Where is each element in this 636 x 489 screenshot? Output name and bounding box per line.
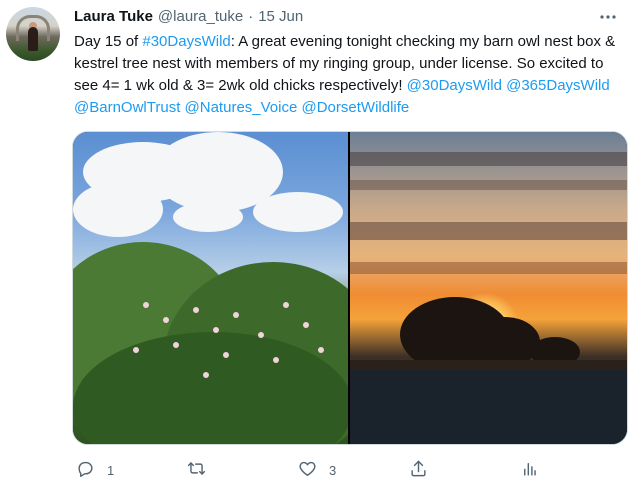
flower [318,347,324,353]
flower [223,352,229,358]
cloud [73,182,163,237]
avatar[interactable] [6,7,60,61]
photo-wild-rose-bush[interactable] [73,132,348,444]
flower [303,322,309,328]
hashtag-link[interactable]: #30DaysWild [142,33,230,50]
mention-barnowltrust[interactable]: @BarnOwlTrust [74,99,180,116]
flower [143,302,149,308]
mention-30dayswild[interactable]: @30DaysWild [407,77,502,94]
mention-dorsetwildlife[interactable]: @DorsetWildlife [302,99,410,116]
analytics-button[interactable] [520,456,539,484]
heart-icon [298,459,317,481]
tweet-text: Day 15 of #30DaysWild: A great evening t… [74,31,626,119]
share-icon [409,459,428,481]
cloud [253,192,343,232]
mention-natures-voice[interactable]: @Natures_Voice [185,99,298,116]
tweet-header: Laura Tuke @laura_tuke · 15 Jun [74,8,303,30]
tweet[interactable]: Laura Tuke @laura_tuke · 15 Jun Day 15 o… [0,0,636,489]
flower [203,372,209,378]
analytics-icon [520,459,539,481]
cloud-band [350,180,627,190]
cloud-band [350,152,627,166]
share-button[interactable] [409,456,428,484]
like-count: 3 [329,462,337,478]
cloud-band [350,262,627,274]
reply-button[interactable]: 1 [76,456,114,484]
cloud-band [350,222,627,240]
flower [258,332,264,338]
flower [213,327,219,333]
flower [193,307,199,313]
retweet-icon [187,459,206,481]
tweet-date[interactable]: 15 Jun [258,8,303,25]
mention-365dayswild[interactable]: @365DaysWild [506,77,610,94]
author-name[interactable]: Laura Tuke [74,8,153,25]
reply-count: 1 [107,462,115,478]
flower [273,357,279,363]
author-handle[interactable]: @laura_tuke [158,8,243,25]
flower [173,342,179,348]
action-bar: 1 3 [72,456,628,484]
field [350,370,627,444]
media-grid [72,131,628,445]
tweet-text-part-1: Day 15 of [74,33,143,50]
cloud [173,202,243,232]
reply-icon [76,459,95,481]
photo-sunset-tree[interactable] [350,132,627,444]
flower [163,317,169,323]
separator-dot: · [248,8,254,25]
more-horizontal-icon[interactable] [598,8,618,26]
flower [133,347,139,353]
flower [283,302,289,308]
like-button[interactable]: 3 [298,456,336,484]
retweet-button[interactable] [187,456,218,484]
avatar-person [28,27,38,51]
flower [233,312,239,318]
